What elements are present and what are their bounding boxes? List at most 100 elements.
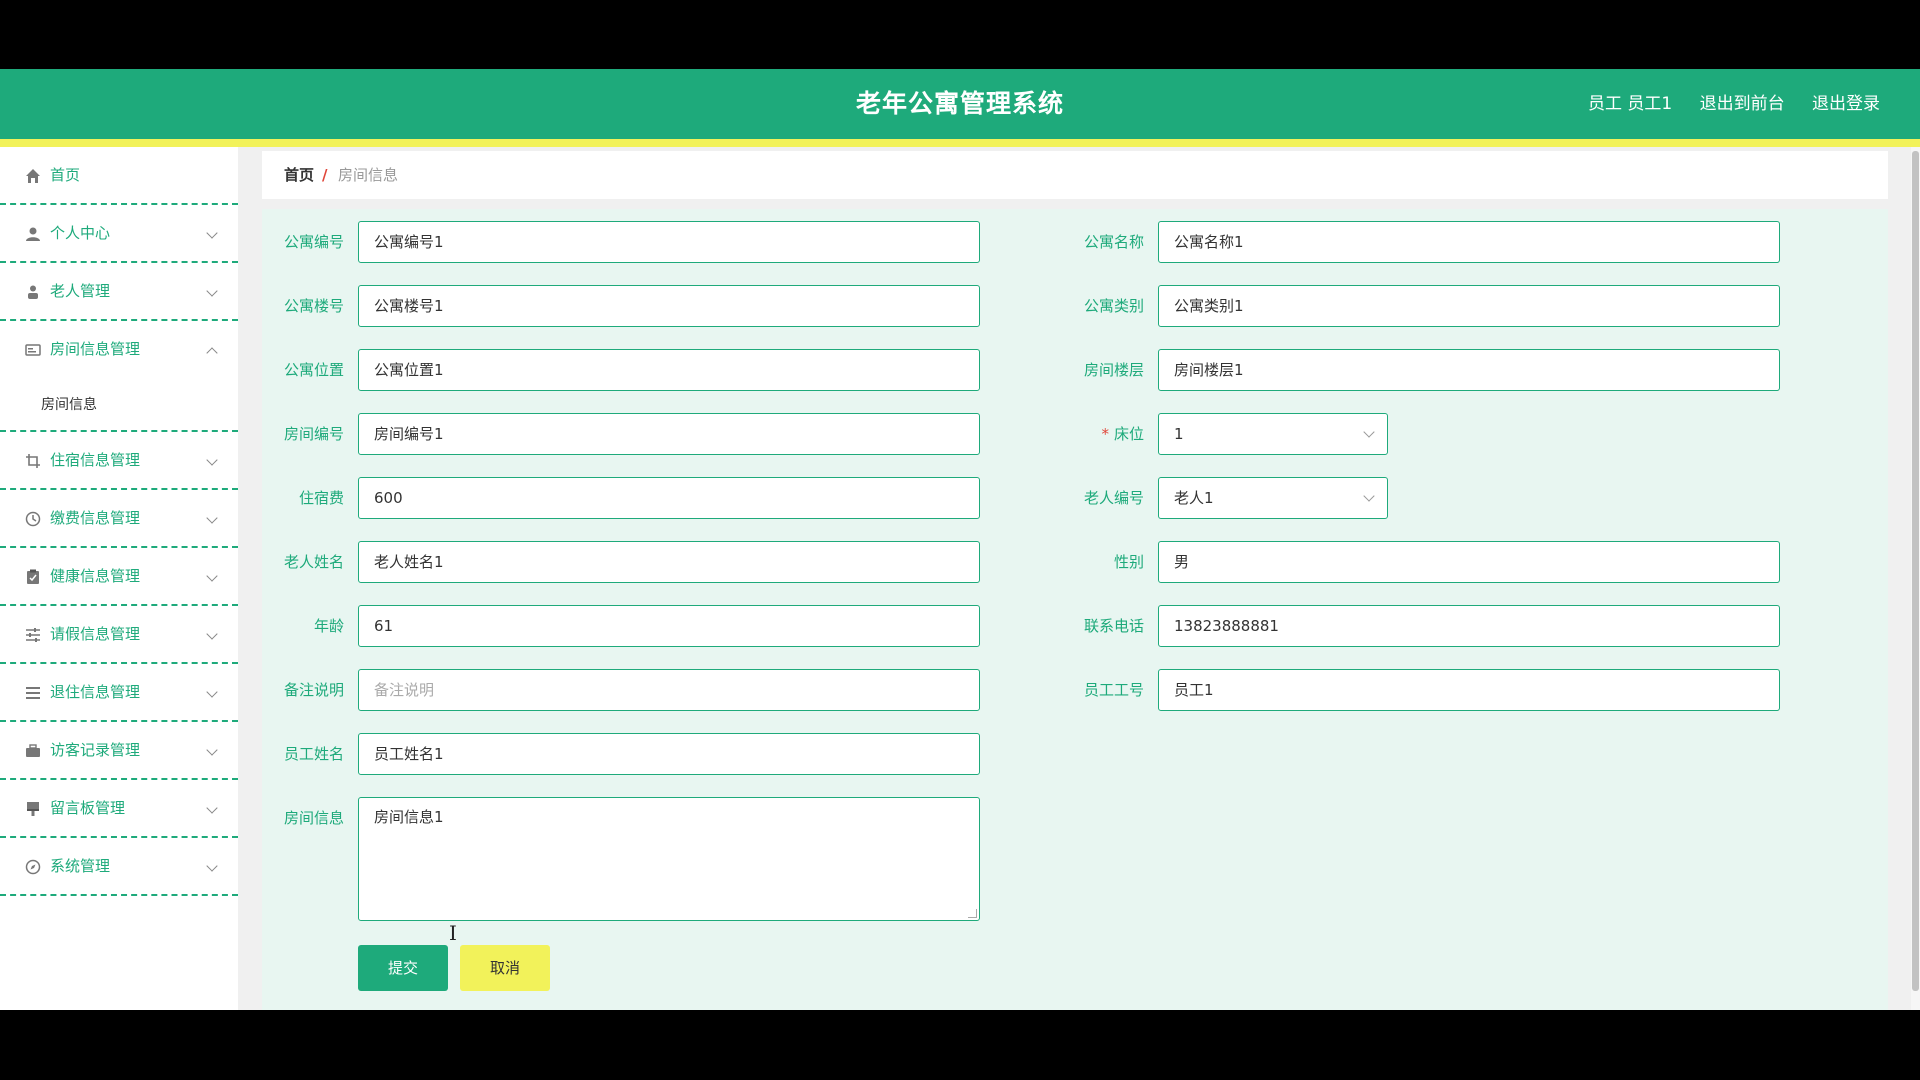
chevron-down-icon bbox=[206, 802, 218, 814]
sidebar-item-elders[interactable]: 老人管理 bbox=[0, 263, 238, 321]
breadcrumb-separator: / bbox=[322, 166, 328, 184]
card-icon bbox=[25, 344, 41, 356]
briefcase-icon bbox=[26, 744, 40, 757]
staff-no-input[interactable]: 员工1 bbox=[1158, 669, 1780, 711]
fee-label: 住宿费 bbox=[298, 489, 344, 507]
room-floor-input[interactable]: 房间楼层1 bbox=[1158, 349, 1780, 391]
page-scrollbar[interactable] bbox=[1911, 147, 1920, 1010]
sidebar-item-checkout[interactable]: 退住信息管理 bbox=[0, 664, 238, 722]
elder-no-select[interactable]: 老人1 bbox=[1158, 477, 1388, 519]
sidebar-item-rooms[interactable]: 房间信息管理 bbox=[0, 321, 238, 379]
chevron-down-icon bbox=[1363, 426, 1375, 438]
fee-input[interactable]: 600 bbox=[358, 477, 980, 519]
sidebar-item-label: 系统管理 bbox=[50, 857, 111, 875]
elder-name-input[interactable]: 老人姓名1 bbox=[358, 541, 980, 583]
gender-label: 性别 bbox=[1113, 553, 1144, 571]
chevron-down-icon bbox=[206, 744, 218, 756]
sidebar-item-label: 退住信息管理 bbox=[50, 683, 141, 701]
location-input[interactable]: 公寓位置1 bbox=[358, 349, 980, 391]
chevron-down-icon bbox=[206, 686, 218, 698]
phone-label: 联系电话 bbox=[1083, 617, 1144, 635]
apartment-no-input[interactable]: 公寓编号1 bbox=[358, 221, 980, 263]
sidebar-item-messages[interactable]: 留言板管理 bbox=[0, 780, 238, 838]
room-no-input[interactable]: 房间编号1 bbox=[358, 413, 980, 455]
sidebar-item-label: 留言板管理 bbox=[50, 799, 126, 817]
bed-label-text: 床位 bbox=[1113, 425, 1144, 443]
cancel-button[interactable]: 取消 bbox=[460, 945, 550, 991]
sliders-icon bbox=[26, 628, 40, 642]
age-label: 年龄 bbox=[313, 617, 344, 635]
sidebar-item-label: 个人中心 bbox=[50, 224, 111, 242]
required-mark: * bbox=[1101, 425, 1109, 443]
apartment-type-input[interactable]: 公寓类别1 bbox=[1158, 285, 1780, 327]
room-floor-label: 房间楼层 bbox=[1083, 361, 1144, 379]
sidebar-item-label: 首页 bbox=[50, 166, 81, 184]
sidebar-item-leave[interactable]: 请假信息管理 bbox=[0, 606, 238, 664]
chevron-down-icon bbox=[206, 454, 218, 466]
sidebar-subitem-label: 房间信息 bbox=[41, 397, 97, 413]
sidebar-item-lodging[interactable]: 住宿信息管理 bbox=[0, 432, 238, 490]
building-no-input[interactable]: 公寓楼号1 bbox=[358, 285, 980, 327]
room-no-label: 房间编号 bbox=[283, 425, 344, 443]
sidebar-item-label: 房间信息管理 bbox=[50, 340, 141, 358]
elder-no-label: 老人编号 bbox=[1083, 489, 1144, 507]
remark-label: 备注说明 bbox=[283, 681, 344, 699]
gender-input[interactable]: 男 bbox=[1158, 541, 1780, 583]
submit-button[interactable]: 提交 bbox=[358, 945, 448, 991]
room-info-text: 房间信息1 bbox=[374, 808, 444, 826]
logout-link[interactable]: 退出登录 bbox=[1812, 94, 1880, 114]
sidebar-item-label: 缴费信息管理 bbox=[50, 509, 141, 527]
main-content: 首页 / 房间信息 公寓编号 公寓编号1 公寓名称 公寓名称1 公寓楼号 公寓楼… bbox=[262, 151, 1888, 1010]
clock-icon bbox=[25, 511, 41, 527]
room-info-form: 公寓编号 公寓编号1 公寓名称 公寓名称1 公寓楼号 公寓楼号1 公寓类别 公寓… bbox=[262, 209, 1888, 1010]
remark-input[interactable]: 备注说明 bbox=[358, 669, 980, 711]
bed-select[interactable]: 1 bbox=[1158, 413, 1388, 455]
apartment-no-label: 公寓编号 bbox=[283, 233, 344, 251]
elder-name-label: 老人姓名 bbox=[283, 553, 344, 571]
header-accent-bar bbox=[0, 139, 1920, 147]
home-icon bbox=[26, 169, 40, 183]
sidebar-item-profile[interactable]: 个人中心 bbox=[0, 205, 238, 263]
sidebar-item-label: 健康信息管理 bbox=[50, 567, 141, 585]
room-info-label: 房间信息 bbox=[283, 809, 344, 827]
user-icon bbox=[26, 227, 40, 241]
apartment-name-input[interactable]: 公寓名称1 bbox=[1158, 221, 1780, 263]
elder-no-select-value: 老人1 bbox=[1174, 489, 1214, 507]
apartment-name-label: 公寓名称 bbox=[1083, 233, 1144, 251]
bed-select-value: 1 bbox=[1174, 425, 1184, 443]
crop-icon bbox=[26, 454, 40, 468]
breadcrumb-home[interactable]: 首页 bbox=[284, 151, 314, 199]
chevron-up-icon bbox=[206, 347, 218, 359]
sidebar-item-payments[interactable]: 缴费信息管理 bbox=[0, 490, 238, 548]
age-input[interactable]: 61 bbox=[358, 605, 980, 647]
list-icon bbox=[26, 687, 40, 699]
to-frontend-link[interactable]: 退出到前台 bbox=[1700, 94, 1785, 114]
staff-name-label: 员工姓名 bbox=[283, 745, 344, 763]
location-label: 公寓位置 bbox=[283, 361, 344, 379]
staff-name-input[interactable]: 员工姓名1 bbox=[358, 733, 980, 775]
sidebar-item-label: 访客记录管理 bbox=[50, 741, 141, 759]
text-cursor-icon: I bbox=[449, 921, 457, 945]
top-header: 老年公寓管理系统 员工 员工1 退出到前台 退出登录 bbox=[0, 69, 1920, 139]
sidebar-item-visitors[interactable]: 访客记录管理 bbox=[0, 722, 238, 780]
sidebar-subitem-room-info[interactable]: 房间信息 bbox=[0, 379, 238, 432]
sidebar-item-health[interactable]: 健康信息管理 bbox=[0, 548, 238, 606]
resize-handle[interactable] bbox=[968, 909, 977, 918]
sidebar-item-home[interactable]: 首页 bbox=[0, 147, 238, 205]
sidebar-item-label: 老人管理 bbox=[50, 282, 111, 300]
bed-label: * 床位 bbox=[1062, 413, 1144, 455]
chevron-down-icon bbox=[206, 285, 218, 297]
person-icon bbox=[28, 285, 38, 299]
chevron-down-icon bbox=[206, 628, 218, 640]
sidebar-item-system[interactable]: 系统管理 bbox=[0, 838, 238, 896]
building-no-label: 公寓楼号 bbox=[283, 297, 344, 315]
chevron-down-icon bbox=[1363, 490, 1375, 502]
breadcrumb-current: 房间信息 bbox=[338, 166, 399, 184]
phone-input[interactable]: 13823888881 bbox=[1158, 605, 1780, 647]
breadcrumb: 首页 / 房间信息 bbox=[262, 151, 1888, 199]
chevron-down-icon bbox=[206, 512, 218, 524]
apartment-type-label: 公寓类别 bbox=[1083, 297, 1144, 315]
room-info-textarea[interactable]: 房间信息1 bbox=[358, 797, 980, 921]
scrollbar-thumb[interactable] bbox=[1912, 151, 1919, 991]
current-user: 员工 员工1 bbox=[1587, 94, 1673, 114]
